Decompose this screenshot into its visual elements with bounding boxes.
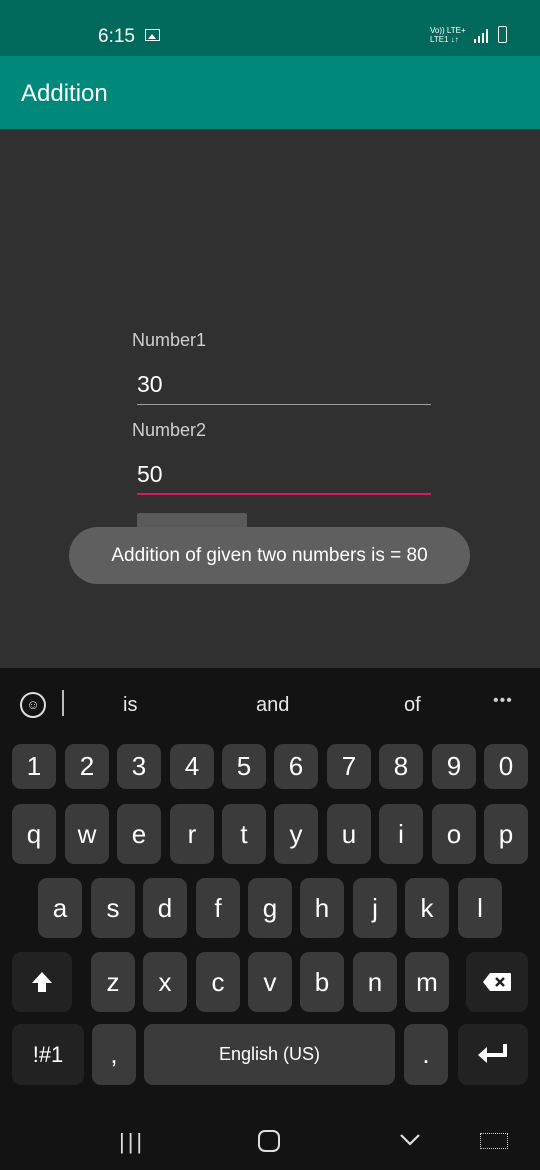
image-notification-icon — [145, 29, 160, 41]
key-y[interactable]: y — [274, 804, 318, 864]
shift-key[interactable] — [12, 952, 72, 1012]
key-s[interactable]: s — [91, 878, 135, 938]
backspace-icon — [483, 973, 511, 991]
key-6[interactable]: 6 — [274, 744, 318, 789]
key-m[interactable]: m — [405, 952, 449, 1012]
keyboard-hide-icon[interactable] — [480, 1133, 508, 1149]
number1-label: Number1 — [132, 330, 207, 350]
key-1[interactable]: 1 — [12, 744, 56, 789]
key-r[interactable]: r — [170, 804, 214, 864]
number2-value: 50 — [137, 461, 163, 487]
key-i[interactable]: i — [379, 804, 423, 864]
key-5[interactable]: 5 — [222, 744, 266, 789]
battery-icon — [498, 26, 507, 43]
suggestion-3[interactable]: of — [404, 694, 421, 717]
key-v[interactable]: v — [248, 952, 292, 1012]
key-9[interactable]: 9 — [432, 744, 476, 789]
more-options-icon[interactable]: ••• — [493, 692, 513, 710]
divider — [62, 690, 64, 716]
key-g[interactable]: g — [248, 878, 292, 938]
suggestion-2[interactable]: and — [256, 694, 289, 717]
key-x[interactable]: x — [143, 952, 187, 1012]
back-icon[interactable] — [398, 1130, 422, 1150]
key-2[interactable]: 2 — [65, 744, 109, 789]
period-key[interactable]: . — [404, 1024, 448, 1085]
toast-message: Addition of given two numbers is = 80 — [69, 527, 470, 584]
number2-field[interactable]: 50 — [137, 455, 431, 495]
signal-icon — [474, 28, 488, 43]
number2-underline — [137, 493, 431, 495]
key-n[interactable]: n — [353, 952, 397, 1012]
number1-underline — [137, 403, 431, 405]
key-e[interactable]: e — [117, 804, 161, 864]
key-t[interactable]: t — [222, 804, 266, 864]
key-c[interactable]: c — [196, 952, 240, 1012]
network-indicator: Vo)) LTE+ LTE1 ↓↑ — [430, 26, 466, 44]
shift-icon — [32, 972, 52, 992]
key-q[interactable]: q — [12, 804, 56, 864]
key-d[interactable]: d — [143, 878, 187, 938]
symbols-key[interactable]: !#1 — [12, 1024, 84, 1085]
number1-field[interactable]: 30 — [137, 365, 431, 405]
main-content: Number1 30 Number2 50 ADDITION Addition … — [0, 129, 540, 668]
comma-key[interactable]: , — [92, 1024, 136, 1085]
backspace-key[interactable] — [466, 952, 528, 1012]
emoji-icon[interactable]: ☺ — [20, 692, 46, 718]
status-time: 6:15 — [98, 26, 135, 47]
key-k[interactable]: k — [405, 878, 449, 938]
suggestion-bar: ☺ is and of ••• — [0, 668, 540, 736]
suggestion-1[interactable]: is — [123, 694, 137, 717]
key-8[interactable]: 8 — [379, 744, 423, 789]
recent-apps-icon[interactable]: ||| — [119, 1129, 145, 1155]
key-a[interactable]: a — [38, 878, 82, 938]
status-bar: 6:15 Vo)) LTE+ LTE1 ↓↑ — [0, 0, 540, 56]
enter-icon — [478, 1044, 507, 1063]
navigation-bar: ||| — [0, 1105, 540, 1170]
network-label-2: LTE1 ↓↑ — [430, 35, 459, 44]
key-l[interactable]: l — [458, 878, 502, 938]
app-bar: Addition — [0, 56, 540, 129]
key-f[interactable]: f — [196, 878, 240, 938]
key-o[interactable]: o — [432, 804, 476, 864]
number2-label: Number2 — [132, 420, 207, 440]
key-u[interactable]: u — [327, 804, 371, 864]
space-key[interactable]: English (US) — [144, 1024, 395, 1085]
keyboard: ☺ is and of ••• 1 2 3 4 5 6 7 8 9 0 q w … — [0, 668, 540, 1105]
key-0[interactable]: 0 — [484, 744, 528, 789]
key-b[interactable]: b — [300, 952, 344, 1012]
key-4[interactable]: 4 — [170, 744, 214, 789]
key-w[interactable]: w — [65, 804, 109, 864]
key-h[interactable]: h — [300, 878, 344, 938]
key-z[interactable]: z — [91, 952, 135, 1012]
enter-key[interactable] — [458, 1024, 528, 1085]
app-title: Addition — [21, 80, 108, 107]
key-3[interactable]: 3 — [117, 744, 161, 789]
number1-value: 30 — [137, 371, 163, 397]
home-icon[interactable] — [258, 1130, 280, 1152]
key-p[interactable]: p — [484, 804, 528, 864]
network-label-1: Vo)) LTE+ — [430, 26, 466, 35]
key-7[interactable]: 7 — [327, 744, 371, 789]
key-j[interactable]: j — [353, 878, 397, 938]
